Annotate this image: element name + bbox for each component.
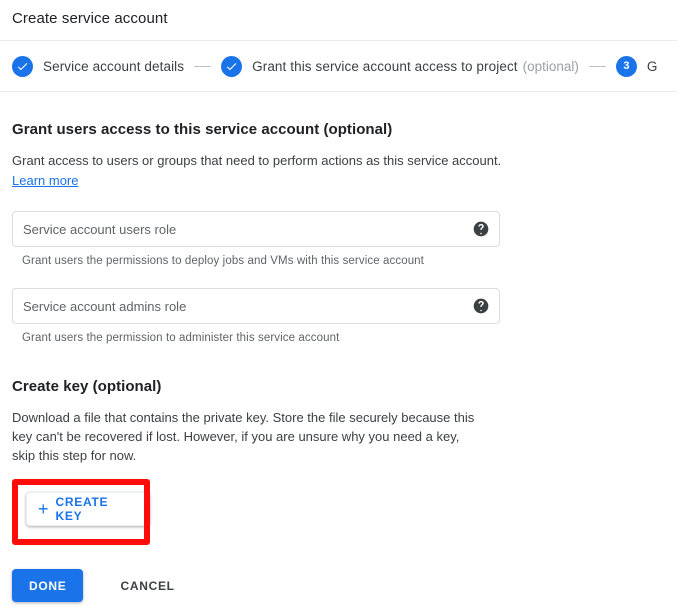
- create-key-heading: Create key (optional): [12, 378, 162, 395]
- check-icon: [221, 55, 243, 77]
- step-number-badge: 3: [615, 55, 637, 77]
- service-account-users-role-input[interactable]: [13, 212, 499, 246]
- service-account-admins-role-hint: Grant users the permission to administer…: [22, 332, 340, 344]
- page-title: Create service account: [12, 10, 168, 27]
- stepper-step-3-label: G: [646, 58, 658, 74]
- stepper-connector-2: [588, 65, 606, 67]
- help-circle-icon[interactable]: [473, 221, 489, 237]
- create-key-button[interactable]: + CREATE KEY: [26, 492, 150, 526]
- grant-users-description: Grant access to users or groups that nee…: [12, 153, 502, 168]
- create-key-button-label: CREATE KEY: [55, 495, 109, 523]
- stepper-step-2[interactable]: Grant this service account access to pro…: [221, 55, 579, 77]
- stepper-step-3-number: 3: [623, 59, 630, 72]
- main-content: Grant users access to this service accou…: [0, 121, 677, 545]
- done-button[interactable]: DONE: [12, 569, 84, 602]
- stepper-step-1[interactable]: Service account details: [12, 55, 185, 77]
- stepper-step-1-label: Service account details: [43, 58, 185, 74]
- create-key-button-wrapper: + CREATE KEY: [12, 479, 150, 545]
- create-key-section: Create key (optional) Download a file th…: [12, 378, 665, 545]
- create-key-description: Download a file that contains the privat…: [12, 410, 475, 463]
- stepper-step-3[interactable]: 3 G: [615, 55, 658, 77]
- service-account-admins-role-group: Grant users the permission to administer…: [12, 288, 665, 344]
- service-account-admins-role-field[interactable]: [12, 288, 500, 324]
- learn-more-link[interactable]: Learn more: [12, 173, 78, 188]
- service-account-users-role-group: Grant users the permissions to deploy jo…: [12, 211, 665, 267]
- stepper-step-2-label: Grant this service account access to pro…: [252, 58, 518, 74]
- service-account-admins-role-input[interactable]: [13, 289, 499, 323]
- service-account-users-role-hint: Grant users the permissions to deploy jo…: [22, 255, 424, 267]
- plus-icon: +: [38, 499, 49, 519]
- cancel-button[interactable]: CANCEL: [110, 569, 184, 602]
- check-icon: [12, 55, 33, 77]
- wizard-stepper: Service account details Grant this servi…: [0, 41, 677, 91]
- stepper-divider: [0, 91, 677, 92]
- help-circle-icon[interactable]: [473, 298, 489, 314]
- footer-actions: DONE CANCEL: [0, 569, 677, 602]
- stepper-connector-1: [194, 65, 212, 67]
- service-account-users-role-field[interactable]: [12, 211, 500, 247]
- grant-users-heading: Grant users access to this service accou…: [12, 121, 393, 138]
- stepper-step-2-optional: (optional): [522, 58, 579, 74]
